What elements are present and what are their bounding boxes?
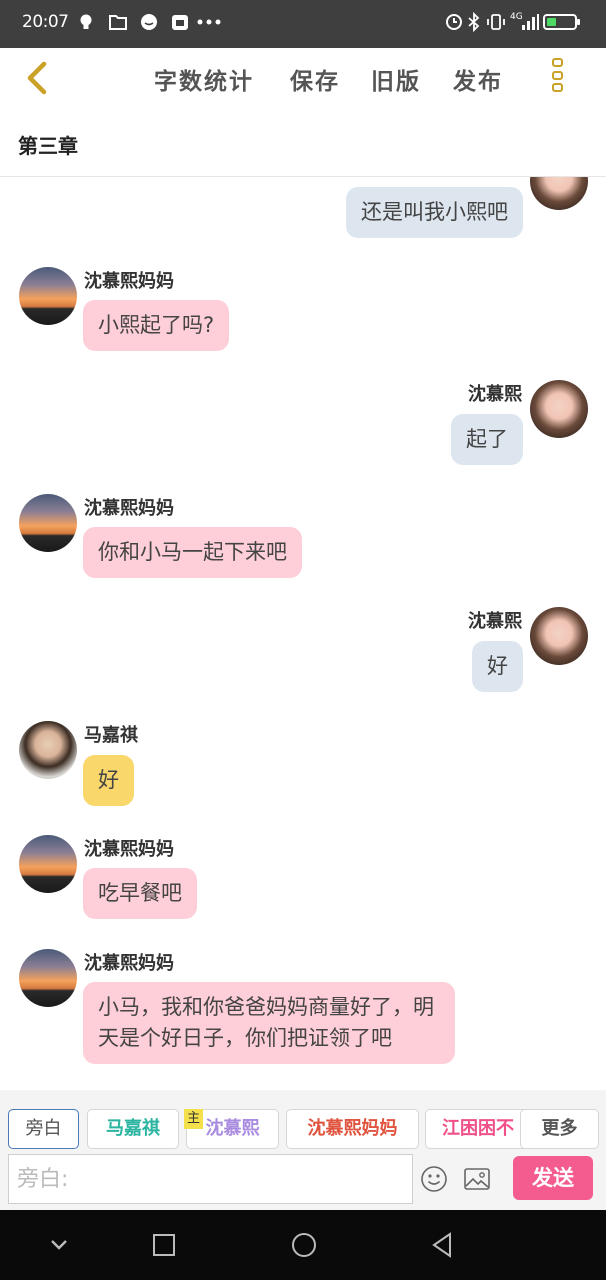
message-bubble[interactable]: 小马，我和你爸爸妈妈商量好了，明天是个好日子，你们把证领了吧 [83, 982, 455, 1064]
system-nav-bar [0, 1210, 606, 1280]
avatar[interactable] [19, 835, 77, 893]
role-selector: 旁白 马嘉祺 沈慕熙 沈慕熙妈妈 江困困不 更多 [0, 1090, 606, 1150]
message-bubble[interactable]: 好 [83, 755, 134, 806]
lightbulb-icon [76, 12, 96, 37]
app-header: 字数统计 保存 旧版 发布 [0, 48, 606, 110]
signal-icon [520, 12, 540, 37]
message-bubble[interactable]: 小熙起了吗? [83, 300, 230, 351]
vertical-dots-icon[interactable] [548, 58, 566, 100]
avatar[interactable] [19, 721, 77, 779]
avatar[interactable] [530, 380, 588, 438]
role-tab-majiaqi[interactable]: 马嘉祺 [87, 1109, 179, 1149]
sender-name: 沈慕熙 [468, 611, 522, 632]
triangle-back-icon[interactable] [430, 1230, 454, 1264]
main-role-badge: 主 [184, 1109, 203, 1129]
word-count-button[interactable]: 字数统计 [154, 62, 254, 96]
message-icon [139, 12, 159, 37]
app-icon [170, 12, 190, 37]
image-icon[interactable] [463, 1166, 491, 1192]
square-icon[interactable] [152, 1230, 176, 1264]
message-bubble[interactable]: 吃早餐吧 [83, 868, 197, 919]
input-row: 发送 [0, 1150, 606, 1210]
avatar[interactable] [19, 949, 77, 1007]
sender-name: 沈慕熙妈妈 [84, 953, 174, 974]
message-bubble[interactable]: 起了 [451, 414, 523, 465]
status-time: 20:07 [22, 12, 69, 32]
sender-name: 沈慕熙 [468, 384, 522, 405]
avatar[interactable] [530, 607, 588, 665]
old-version-button[interactable]: 旧版 [371, 62, 421, 96]
role-tab-narration[interactable]: 旁白 [8, 1109, 79, 1149]
chat-area[interactable]: 还是叫我小熙吧 沈慕熙妈妈 小熙起了吗? 沈慕熙 起了 沈慕熙妈妈 你和小马一起… [0, 177, 606, 1090]
status-bar: 20:07 4G [0, 0, 606, 48]
more-dots-icon [196, 12, 224, 37]
more-roles-button[interactable]: 更多 [520, 1109, 599, 1149]
message-bubble[interactable]: 你和小马一起下来吧 [83, 527, 302, 578]
send-button[interactable]: 发送 [513, 1156, 593, 1200]
save-button[interactable]: 保存 [290, 62, 340, 96]
chevron-down-icon[interactable] [48, 1230, 70, 1264]
message-input[interactable] [8, 1154, 413, 1204]
sender-name: 沈慕熙妈妈 [84, 839, 174, 860]
avatar[interactable] [530, 177, 588, 210]
chevron-left-icon[interactable] [20, 60, 56, 96]
chapter-title: 第三章 [18, 134, 78, 158]
circle-icon[interactable] [290, 1230, 318, 1264]
alarm-icon [444, 12, 464, 37]
message-bubble[interactable]: 好 [472, 641, 523, 692]
sender-name: 沈慕熙妈妈 [84, 271, 174, 292]
avatar[interactable] [19, 267, 77, 325]
role-tab-shenmuxi-mom[interactable]: 沈慕熙妈妈 [286, 1109, 419, 1149]
vibrate-icon [486, 12, 506, 37]
folder-icon [108, 12, 128, 37]
emoji-icon[interactable] [420, 1165, 448, 1193]
sender-name: 马嘉祺 [84, 725, 138, 746]
avatar[interactable] [19, 494, 77, 552]
battery-icon [543, 14, 580, 30]
message-bubble[interactable]: 还是叫我小熙吧 [346, 187, 523, 238]
publish-button[interactable]: 发布 [453, 62, 503, 96]
sender-name: 沈慕熙妈妈 [84, 498, 174, 519]
role-tab-jiangkunkun[interactable]: 江困困不 [425, 1109, 531, 1149]
bluetooth-icon [466, 11, 482, 37]
